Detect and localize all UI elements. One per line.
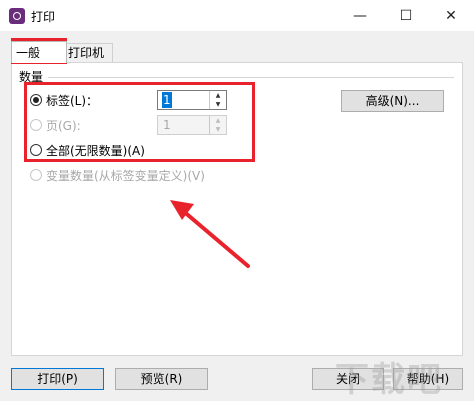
watermark: 下载吧 bbox=[335, 360, 443, 400]
tab-general[interactable]: 一般 bbox=[11, 41, 67, 63]
annotation-arrow-icon bbox=[170, 200, 250, 268]
